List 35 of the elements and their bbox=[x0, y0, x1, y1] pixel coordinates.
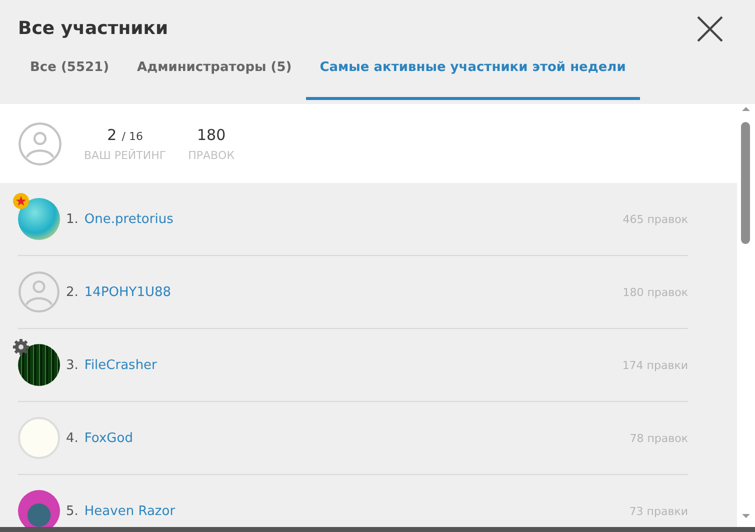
edit-count: 180 правок bbox=[622, 286, 688, 298]
rank-number: 4. bbox=[66, 430, 78, 446]
rank-number: 5. bbox=[66, 504, 78, 518]
photo-placeholder bbox=[18, 490, 60, 527]
stat-label: ВАШ РЕЙТИНГ bbox=[84, 149, 166, 162]
member-link[interactable]: FileCrasher bbox=[84, 358, 157, 372]
tab[interactable]: Администраторы (5) bbox=[123, 54, 306, 100]
rank-number: 3. bbox=[66, 358, 78, 372]
rank-number: 2. bbox=[66, 284, 78, 300]
gear-icon bbox=[12, 338, 30, 356]
star-badge-icon bbox=[12, 192, 30, 210]
edit-count: 78 правок bbox=[630, 432, 688, 444]
user-icon bbox=[18, 271, 60, 313]
dialog-title: Все участники bbox=[18, 18, 168, 39]
photo-placeholder bbox=[18, 198, 60, 240]
rank-value: 2 bbox=[107, 126, 117, 144]
close-button[interactable] bbox=[695, 14, 725, 44]
photo-placeholder bbox=[18, 344, 60, 386]
edits-value: 180 bbox=[196, 126, 226, 144]
member-link[interactable]: One.pretorius bbox=[84, 212, 174, 226]
rank-total: / 16 bbox=[122, 130, 143, 143]
member-link[interactable]: FoxGod bbox=[84, 430, 133, 446]
blank-avatar bbox=[18, 417, 60, 459]
user-icon bbox=[18, 122, 62, 166]
member-link[interactable]: 14POHY1U88 bbox=[84, 284, 172, 300]
member-link[interactable]: Heaven Razor bbox=[84, 504, 176, 518]
scroll-thumb[interactable] bbox=[741, 122, 750, 244]
tab[interactable]: Все (5521) bbox=[16, 54, 124, 100]
edit-count: 174 правки bbox=[622, 358, 688, 372]
edit-count: 465 правок bbox=[622, 212, 688, 226]
rank-number: 1. bbox=[66, 212, 78, 226]
scrollbar[interactable] bbox=[737, 104, 755, 527]
tab[interactable]: Самые активные участники этой недели bbox=[306, 54, 640, 100]
stat-label: ПРАВОК bbox=[188, 148, 235, 162]
edit-count: 73 правки bbox=[629, 504, 688, 518]
